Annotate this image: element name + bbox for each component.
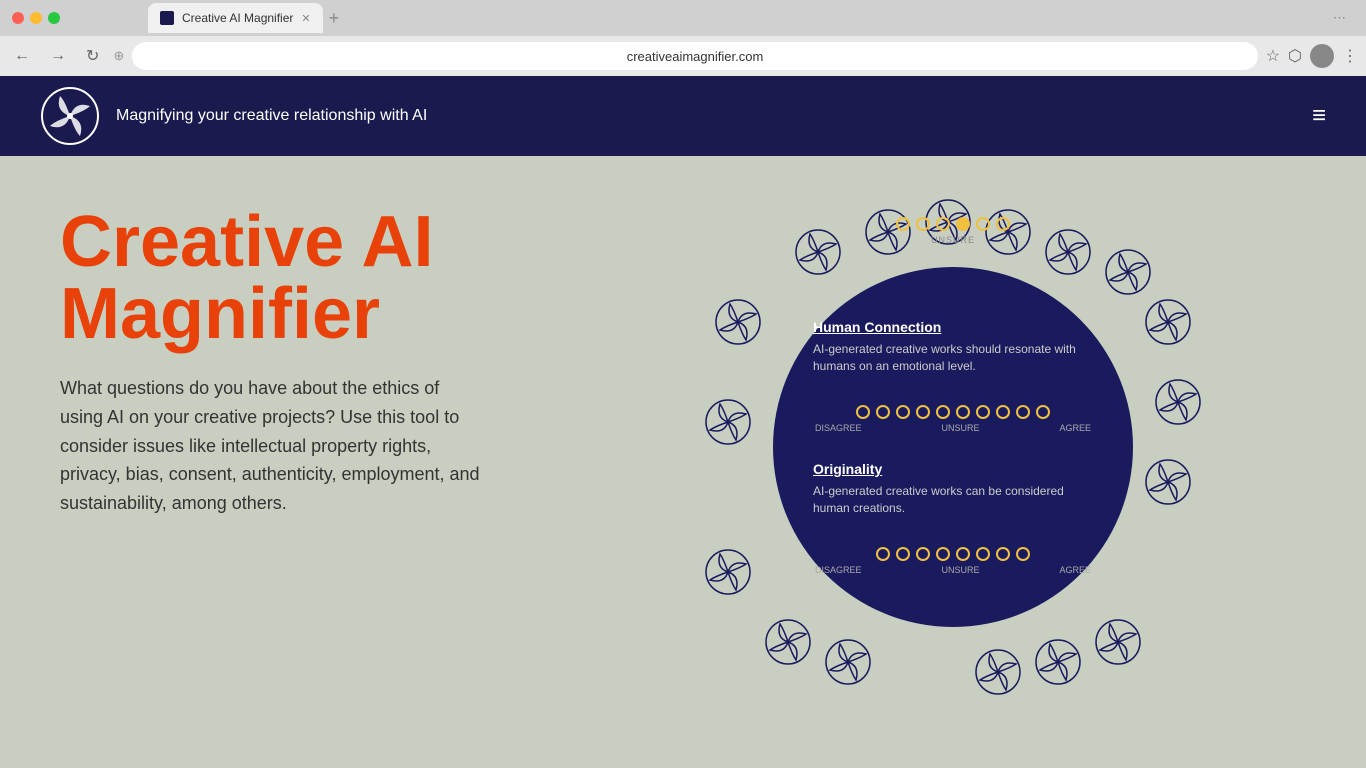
rating-dot-q1[interactable] [976, 405, 990, 419]
question-block-human-connection: Human Connection AI-generated creative w… [813, 319, 1093, 375]
tab-title: Creative AI Magnifier [182, 11, 293, 25]
address-input[interactable] [132, 42, 1257, 70]
rating-row-1: DISAGREE UNSURE AGREE [813, 405, 1093, 433]
dots-row-2 [813, 547, 1093, 561]
dots-row-1 [813, 405, 1093, 419]
bookmark-icon[interactable]: ☆ [1266, 46, 1280, 66]
hero-section: Creative AI Magnifier What questions do … [0, 156, 1366, 738]
rating-labels-1: DISAGREE UNSURE AGREE [813, 423, 1093, 433]
pinwheel-decoration [973, 647, 1023, 697]
rating-dot-q2[interactable] [876, 547, 890, 561]
pinwheel-decoration [763, 617, 813, 667]
back-button[interactable]: ← [8, 45, 36, 67]
pinwheel-decoration [1143, 457, 1193, 507]
page-content: Magnifying your creative relationship wi… [0, 76, 1366, 738]
window-control-area: ⋯ [1333, 10, 1346, 26]
rating-dot-q2[interactable] [1016, 547, 1030, 561]
rating-row-2: DISAGREE UNSURE AGREE [813, 547, 1093, 575]
pinwheel-decoration [703, 397, 753, 447]
pinwheel-decoration [1033, 637, 1083, 687]
rating-dot-q1[interactable] [856, 405, 870, 419]
rating-dot-q1[interactable] [996, 405, 1010, 419]
rating-dot-q1[interactable] [1036, 405, 1050, 419]
rating-dot-q2[interactable] [996, 547, 1010, 561]
titlebar: Creative AI Magnifier ✕ + ⋯ [0, 0, 1366, 36]
new-tab-button[interactable]: + [329, 8, 340, 29]
pinwheel-decoration [713, 297, 763, 347]
circle-container: UNSURE Human Connection AI-generated cre… [703, 197, 1203, 697]
pinwheel-decoration [793, 227, 843, 277]
close-window-button[interactable] [12, 12, 24, 24]
address-bar: ← → ↻ ⊕ ☆ ⬡ ⋮ [0, 36, 1366, 76]
hamburger-menu[interactable]: ≡ [1312, 102, 1326, 130]
toolbar-icons: ☆ ⬡ ⋮ [1266, 44, 1358, 68]
site-logo [40, 86, 100, 146]
pinwheel-decoration [1043, 227, 1093, 277]
pinwheel-decoration [823, 637, 873, 687]
widget-area: UNSURE Human Connection AI-generated cre… [600, 196, 1306, 698]
tab-favicon [160, 11, 174, 25]
minimize-window-button[interactable] [30, 12, 42, 24]
pinwheel-decoration [1093, 617, 1143, 667]
question-title-1: Human Connection [813, 319, 1093, 335]
header-left: Magnifying your creative relationship wi… [40, 86, 427, 146]
forward-button[interactable]: → [44, 45, 72, 67]
browser-chrome: Creative AI Magnifier ✕ + ⋯ ← → ↻ ⊕ ☆ ⬡ … [0, 0, 1366, 76]
pinwheel-decoration [703, 547, 753, 597]
rating-dot-q1[interactable] [876, 405, 890, 419]
rating-dot-filled[interactable] [956, 217, 970, 231]
pinwheel-decoration [1143, 297, 1193, 347]
rating-dot-q1[interactable] [956, 405, 970, 419]
security-icon: ⊕ [113, 48, 124, 64]
refresh-button[interactable]: ↻ [80, 44, 105, 68]
rating-dot-q2[interactable] [956, 547, 970, 561]
pinwheel-decoration [1153, 377, 1203, 427]
question-text-2: AI-generated creative works can be consi… [813, 483, 1093, 517]
hero-text: Creative AI Magnifier What questions do … [60, 196, 560, 698]
header-tagline: Magnifying your creative relationship wi… [116, 107, 427, 125]
pinwheel-decoration [1103, 247, 1153, 297]
user-avatar[interactable] [1310, 44, 1334, 68]
question-title-2: Originality [813, 461, 1093, 477]
question-block-originality: Originality AI-generated creative works … [813, 461, 1093, 517]
hero-description: What questions do you have about the eth… [60, 374, 480, 518]
tab-close-button[interactable]: ✕ [301, 12, 310, 25]
site-header: Magnifying your creative relationship wi… [0, 76, 1366, 156]
rating-dot-q1[interactable] [1016, 405, 1030, 419]
top-dots-row [896, 217, 1010, 231]
rating-dot-q1[interactable] [916, 405, 930, 419]
rating-dot[interactable] [996, 217, 1010, 231]
rating-dot[interactable] [936, 217, 950, 231]
rating-dot-q2[interactable] [896, 547, 910, 561]
top-rating-label: UNSURE [931, 235, 975, 245]
traffic-lights [12, 12, 60, 24]
tab-bar: Creative AI Magnifier ✕ + [68, 3, 419, 33]
rating-labels-2: DISAGREE UNSURE AGREE [813, 565, 1093, 575]
maximize-window-button[interactable] [48, 12, 60, 24]
rating-dot[interactable] [916, 217, 930, 231]
main-circle: Human Connection AI-generated creative w… [773, 267, 1133, 627]
question-text-1: AI-generated creative works should reson… [813, 341, 1093, 375]
rating-dot[interactable] [976, 217, 990, 231]
active-tab[interactable]: Creative AI Magnifier ✕ [148, 3, 323, 33]
rating-dot[interactable] [896, 217, 910, 231]
top-rating-row: UNSURE [896, 217, 1010, 245]
menu-icon[interactable]: ⋮ [1342, 46, 1358, 66]
extension-icon[interactable]: ⬡ [1288, 46, 1302, 66]
rating-dot-q2[interactable] [976, 547, 990, 561]
rating-dot-q2[interactable] [916, 547, 930, 561]
rating-dot-q1[interactable] [936, 405, 950, 419]
hero-title: Creative AI Magnifier [60, 206, 560, 350]
rating-dot-q2[interactable] [936, 547, 950, 561]
rating-dot-q1[interactable] [896, 405, 910, 419]
